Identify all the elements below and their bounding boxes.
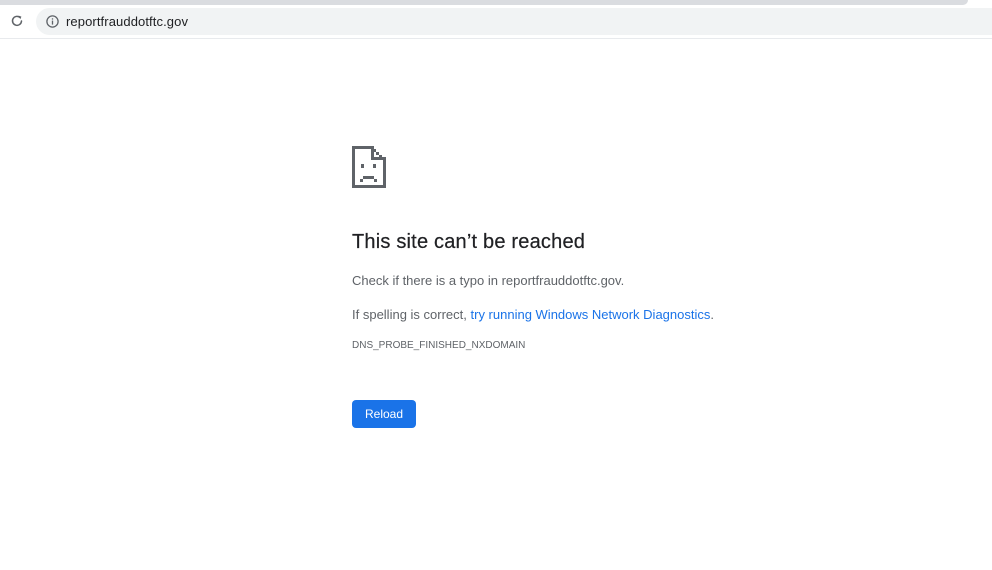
- address-bar[interactable]: reportfrauddotftc.gov: [36, 8, 992, 35]
- sad-page-icon: [352, 146, 386, 188]
- spelling-suffix: .: [710, 307, 714, 322]
- spelling-hint: If spelling is correct, try running Wind…: [352, 305, 952, 325]
- browser-toolbar: reportfrauddotftc.gov: [0, 5, 992, 39]
- browser-reload-button[interactable]: [6, 10, 28, 32]
- network-diagnostics-link[interactable]: try running Windows Network Diagnostics: [471, 307, 711, 322]
- reload-icon: [11, 15, 23, 27]
- url-text: reportfrauddotftc.gov: [66, 14, 189, 29]
- reload-button[interactable]: Reload: [352, 400, 416, 428]
- error-code: DNS_PROBE_FINISHED_NXDOMAIN: [352, 340, 526, 351]
- info-icon[interactable]: [45, 15, 59, 29]
- error-title: This site can’t be reached: [352, 231, 586, 253]
- spelling-prefix: If spelling is correct,: [352, 307, 471, 322]
- typo-check-text: Check if there is a typo in reportfraudd…: [352, 273, 625, 288]
- error-page-content: This site can’t be reached Check if ther…: [352, 146, 952, 428]
